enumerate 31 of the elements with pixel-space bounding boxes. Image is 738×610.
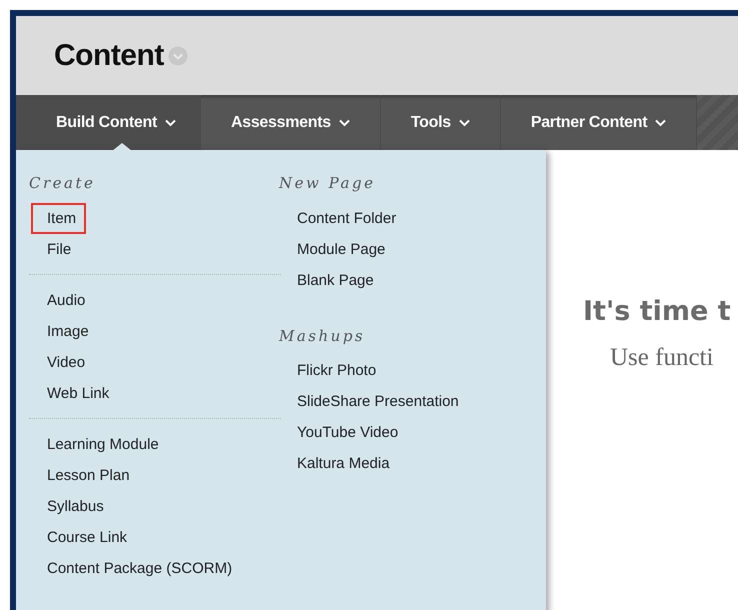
menu-item[interactable]: Learning Module bbox=[31, 428, 169, 460]
menu-item[interactable]: Lesson Plan bbox=[31, 460, 140, 490]
chevron-down-icon bbox=[458, 118, 470, 126]
menu-item[interactable]: Kaltura Media bbox=[281, 448, 400, 479]
nav-tab[interactable]: Build Content bbox=[16, 95, 201, 150]
menu-item[interactable]: Item bbox=[31, 202, 86, 234]
nav-filler bbox=[697, 95, 738, 150]
menu-item[interactable]: File bbox=[31, 234, 82, 264]
menu-item[interactable]: Module Page bbox=[281, 234, 396, 264]
menu-item[interactable]: Course Link bbox=[31, 522, 138, 552]
menu-item[interactable]: SlideShare Presentation bbox=[281, 386, 469, 417]
section-heading: Mashups bbox=[279, 326, 366, 346]
menu-item[interactable]: Flickr Photo bbox=[281, 355, 386, 386]
menu-item[interactable]: Blank Page bbox=[281, 264, 384, 296]
section-heading: Create bbox=[29, 173, 96, 194]
menu-item[interactable]: Content Package (SCORM) bbox=[31, 552, 242, 584]
menu-item[interactable]: Image bbox=[31, 316, 99, 346]
menu-item[interactable]: Video bbox=[31, 346, 96, 378]
menu-item[interactable]: Web Link bbox=[31, 378, 120, 408]
menu-item[interactable]: Content Folder bbox=[281, 202, 406, 234]
chevron-down-icon bbox=[164, 118, 176, 126]
heading: It's time t bbox=[583, 295, 732, 329]
chevron-down-icon bbox=[655, 118, 666, 126]
section-heading: New Page bbox=[279, 173, 376, 194]
chevron-down-icon bbox=[338, 118, 350, 126]
menu-item[interactable]: Syllabus bbox=[31, 490, 114, 522]
menu-item[interactable]: YouTube Video bbox=[281, 417, 408, 448]
chevron-circle-icon[interactable] bbox=[168, 46, 188, 66]
page-title: Content bbox=[54, 38, 164, 74]
subtitle: Use functi bbox=[610, 342, 714, 372]
menu-item[interactable]: Audio bbox=[31, 284, 96, 316]
